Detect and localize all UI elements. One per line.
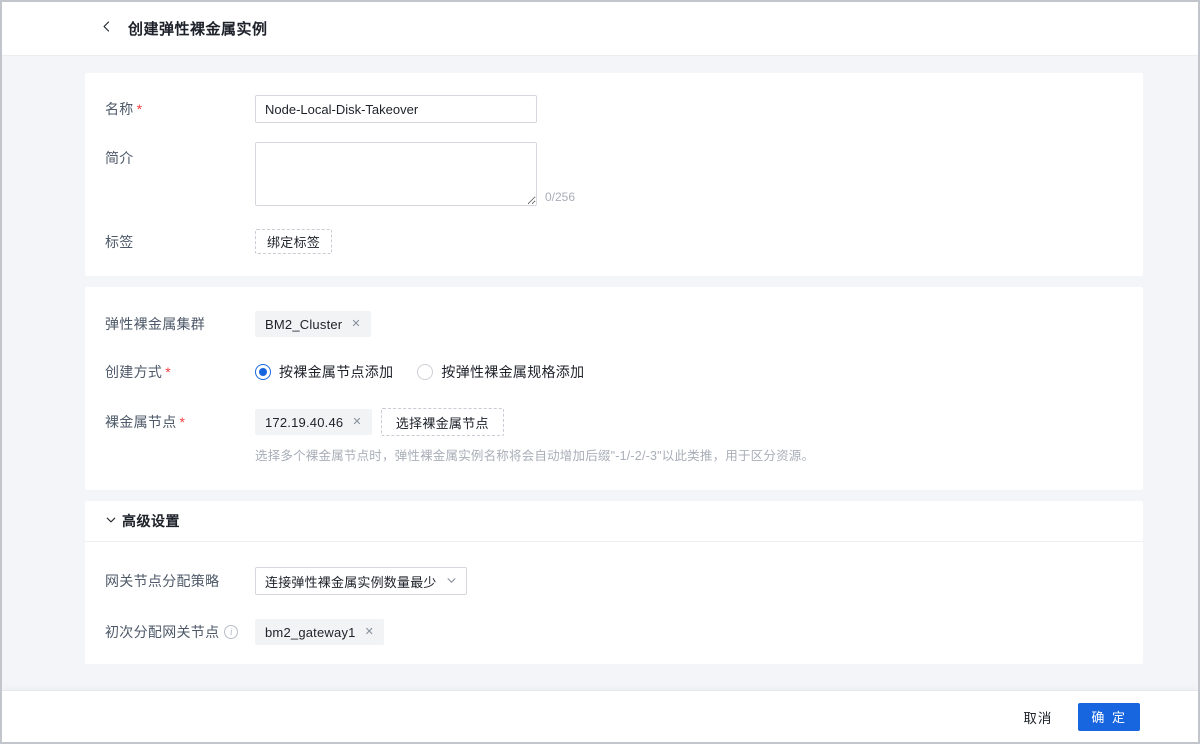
- name-label: 名称*: [105, 99, 255, 119]
- tag-label: 标签: [105, 232, 255, 252]
- initial-gateway-chip-text: bm2_gateway1: [265, 625, 356, 640]
- required-mark: *: [180, 414, 186, 430]
- advanced-settings-toggle[interactable]: 高级设置: [85, 501, 1143, 542]
- back-button[interactable]: [98, 21, 114, 37]
- action-footer: 取消 确 定: [2, 690, 1198, 742]
- create-mode-row: 创建方式* 按裸金属节点添加 按弹性裸金属规格添加: [105, 362, 1123, 382]
- description-row: 简介 0/256: [105, 142, 1123, 206]
- advanced-settings-card: 高级设置 网关节点分配策略 连接弹性裸金属实例数量最少 初次分配网关节点 i: [85, 501, 1143, 664]
- page-header: 创建弹性裸金属实例: [2, 2, 1198, 56]
- radio-option-label: 按裸金属节点添加: [279, 362, 393, 382]
- radio-unchecked-icon: [417, 364, 433, 380]
- bind-tag-button[interactable]: 绑定标签: [255, 229, 332, 254]
- initial-gateway-row: 初次分配网关节点 i bm2_gateway1 ✕: [105, 619, 1123, 645]
- node-chip-text: 172.19.40.46: [265, 415, 343, 430]
- node-row: 裸金属节点* 172.19.40.46 ✕ 选择裸金属节点: [105, 408, 1123, 436]
- description-textarea[interactable]: [255, 142, 537, 206]
- remove-cluster-icon[interactable]: ✕: [351, 319, 360, 330]
- cluster-chip-text: BM2_Cluster: [265, 317, 342, 332]
- required-mark: *: [165, 364, 171, 380]
- node-hint-text: 选择多个裸金属节点时，弹性裸金属实例名称将会自动增加后缀"-1/-2/-3"以此…: [255, 445, 1123, 464]
- confirm-button[interactable]: 确 定: [1078, 703, 1140, 731]
- gateway-policy-label: 网关节点分配策略: [105, 571, 255, 591]
- node-controls: 172.19.40.46 ✕ 选择裸金属节点: [255, 408, 504, 436]
- advanced-settings-title: 高级设置: [122, 511, 180, 531]
- gateway-policy-select[interactable]: 连接弹性裸金属实例数量最少: [255, 567, 467, 595]
- advanced-settings-content: 网关节点分配策略 连接弹性裸金属实例数量最少 初次分配网关节点 i bm2: [85, 567, 1143, 664]
- radio-option-by-spec[interactable]: 按弹性裸金属规格添加: [417, 362, 584, 382]
- radio-option-label: 按弹性裸金属规格添加: [441, 362, 584, 382]
- create-mode-label: 创建方式*: [105, 362, 255, 382]
- cluster-chip: BM2_Cluster ✕: [255, 311, 371, 337]
- required-mark: *: [137, 101, 143, 117]
- remove-gateway-icon[interactable]: ✕: [365, 627, 374, 638]
- gateway-policy-row: 网关节点分配策略 连接弹性裸金属实例数量最少: [105, 567, 1123, 595]
- tag-row: 标签 绑定标签: [105, 229, 1123, 254]
- create-bare-metal-instance-page: 创建弹性裸金属实例 名称* 简介 0/256 标签 绑定标签: [0, 0, 1200, 744]
- radio-checked-icon: [255, 364, 271, 380]
- chevron-down-icon: [105, 512, 117, 530]
- node-label: 裸金属节点*: [105, 412, 255, 432]
- create-mode-radio-group: 按裸金属节点添加 按弹性裸金属规格添加: [255, 362, 584, 382]
- initial-gateway-chip: bm2_gateway1 ✕: [255, 619, 384, 645]
- cancel-button[interactable]: 取消: [1023, 707, 1052, 727]
- radio-option-by-node[interactable]: 按裸金属节点添加: [255, 362, 393, 382]
- description-label: 简介: [105, 142, 255, 168]
- remove-node-icon[interactable]: ✕: [352, 417, 361, 428]
- back-icon: [100, 20, 113, 38]
- form-body: 名称* 简介 0/256 标签 绑定标签 弹性裸金属集群 BM2_Cluster: [2, 56, 1198, 690]
- basic-info-card: 名称* 简介 0/256 标签 绑定标签: [85, 73, 1143, 276]
- name-row: 名称*: [105, 95, 1123, 123]
- char-counter: 0/256: [545, 190, 575, 206]
- info-icon: i: [224, 625, 238, 639]
- chevron-down-icon: [446, 572, 457, 590]
- node-chip: 172.19.40.46 ✕: [255, 409, 372, 435]
- gateway-policy-selected-value: 连接弹性裸金属实例数量最少: [265, 572, 437, 591]
- name-input[interactable]: [255, 95, 537, 123]
- select-node-button[interactable]: 选择裸金属节点: [381, 408, 504, 436]
- page-title: 创建弹性裸金属实例: [128, 18, 268, 39]
- cluster-card: 弹性裸金属集群 BM2_Cluster ✕ 创建方式* 按裸金属节点添加 按弹性…: [85, 287, 1143, 490]
- description-field-wrap: 0/256: [255, 142, 575, 206]
- cluster-label: 弹性裸金属集群: [105, 314, 255, 334]
- cluster-row: 弹性裸金属集群 BM2_Cluster ✕: [105, 311, 1123, 337]
- initial-gateway-label: 初次分配网关节点 i: [105, 622, 255, 642]
